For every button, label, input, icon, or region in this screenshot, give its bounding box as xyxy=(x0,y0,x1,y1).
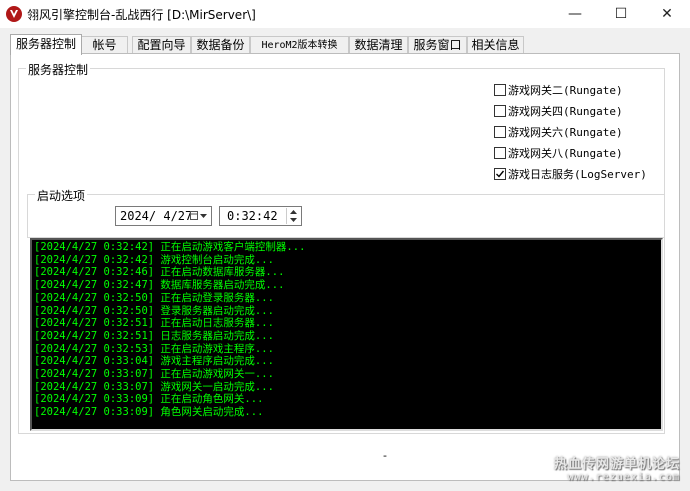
log-line: [2024/4/27 0:33:04] 游戏主程序启动完成... xyxy=(34,355,274,368)
tab-service-window[interactable]: 服务窗口 xyxy=(408,36,467,54)
log-line: [2024/4/27 0:32:53] 正在启动游戏主程序... xyxy=(34,342,274,355)
app-logo-icon[interactable] xyxy=(6,6,22,22)
tab-account[interactable]: 帐号 xyxy=(81,36,128,54)
calendar-dropdown-icon xyxy=(190,211,207,220)
checkbox-rungate-8[interactable]: 游戏网关八(Rungate) xyxy=(494,145,623,161)
log-line: [2024/4/27 0:32:50] 登录服务器启动完成... xyxy=(34,304,274,317)
tab-data-cleanup[interactable]: 数据清理 xyxy=(349,36,408,54)
tab-config-wizard[interactable]: 配置向导 xyxy=(132,36,191,54)
title-bar: 翎风引擎控制台-乱战西行 [D:\MirServer\] — ☐ ✕ xyxy=(0,0,690,28)
watermark-url: www.rezuexia.com xyxy=(567,472,680,483)
log-line: [2024/4/27 0:32:51] 正在启动日志服务器... xyxy=(34,317,274,330)
maximize-button[interactable]: ☐ xyxy=(598,0,644,28)
tab-data-backup[interactable]: 数据备份 xyxy=(191,36,250,54)
status-text: - xyxy=(383,449,387,462)
checkbox-box[interactable] xyxy=(494,147,506,159)
checkbox-rungate-4[interactable]: 游戏网关四(Rungate) xyxy=(494,103,623,119)
checkbox-box[interactable] xyxy=(494,126,506,138)
tab-related-info[interactable]: 相关信息 xyxy=(467,36,524,54)
log-line: [2024/4/27 0:32:42] 游戏控制台启动完成... xyxy=(34,253,274,266)
checkbox-logserver[interactable]: 游戏日志服务(LogServer) xyxy=(494,166,647,182)
window-title: 翎风引擎控制台-乱战西行 [D:\MirServer\] xyxy=(27,8,256,22)
tab-herom2-conversion[interactable]: HeroM2版本转换 xyxy=(250,36,349,54)
tab-strip: 服务器控制 帐号 配置向导 数据备份 HeroM2版本转换 数据清理 服务窗口 … xyxy=(10,34,680,55)
checkbox-rungate-2[interactable]: 游戏网关二(Rungate) xyxy=(494,82,623,98)
checkbox-rungate-6[interactable]: 游戏网关六(Rungate) xyxy=(494,124,623,140)
checkbox-label: 游戏网关八(Rungate) xyxy=(508,147,623,160)
checkbox-label: 游戏网关二(Rungate) xyxy=(508,84,623,97)
date-value: 2024/ 4/27 xyxy=(120,209,193,223)
log-line: [2024/4/27 0:33:09] 角色网关启动完成... xyxy=(34,406,264,419)
log-line: [2024/4/27 0:32:42] 正在启动游戏客户端控制器... xyxy=(34,241,306,253)
startup-options-legend: 启动选项 xyxy=(35,187,88,204)
checkbox-box[interactable] xyxy=(494,105,506,117)
watermark-title: 热血传网游单机论坛 xyxy=(553,457,680,472)
close-button[interactable]: ✕ xyxy=(644,0,690,28)
log-line: [2024/4/27 0:33:09] 正在启动角色网关... xyxy=(34,393,264,406)
maximize-icon: ☐ xyxy=(614,6,628,22)
checkbox-label: 游戏网关六(Rungate) xyxy=(508,126,623,139)
server-control-legend: 服务器控制 xyxy=(26,61,91,78)
log-line: [2024/4/27 0:32:50] 正在启动登录服务器... xyxy=(34,291,274,304)
log-line: [2024/4/27 0:32:46] 正在启动数据库服务器... xyxy=(34,266,285,279)
minimize-button[interactable]: — xyxy=(552,0,598,28)
checkmark-icon xyxy=(496,170,505,178)
date-picker[interactable]: 2024/ 4/27 xyxy=(115,206,212,226)
close-icon: ✕ xyxy=(661,6,673,22)
checkbox-box[interactable] xyxy=(494,84,506,96)
log-line: [2024/4/27 0:32:47] 数据库服务器启动完成... xyxy=(34,279,285,292)
log-output[interactable]: [2024/4/27 0:32:42] 正在启动游戏客户端控制器... [202… xyxy=(30,238,663,431)
time-picker[interactable]: 0:32:42 xyxy=(219,206,302,226)
site-watermark: 热血传网游单机论坛 www.rezuexia.com xyxy=(554,453,680,483)
log-line: [2024/4/27 0:33:07] 游戏网关一启动完成... xyxy=(34,380,274,393)
minimize-icon: — xyxy=(568,6,582,22)
time-value: 0:32:42 xyxy=(227,209,278,223)
checkbox-box[interactable] xyxy=(494,168,506,180)
log-line: [2024/4/27 0:32:51] 日志服务器启动完成... xyxy=(34,329,274,342)
checkbox-label: 游戏日志服务(LogServer) xyxy=(508,168,647,181)
time-spinner[interactable] xyxy=(286,208,300,224)
tab-server-control[interactable]: 服务器控制 xyxy=(10,34,82,55)
spin-down-icon xyxy=(290,218,297,222)
log-line: [2024/4/27 0:33:07] 正在启动游戏网关一... xyxy=(34,368,274,381)
checkbox-label: 游戏网关四(Rungate) xyxy=(508,105,623,118)
spin-up-icon xyxy=(290,210,297,214)
